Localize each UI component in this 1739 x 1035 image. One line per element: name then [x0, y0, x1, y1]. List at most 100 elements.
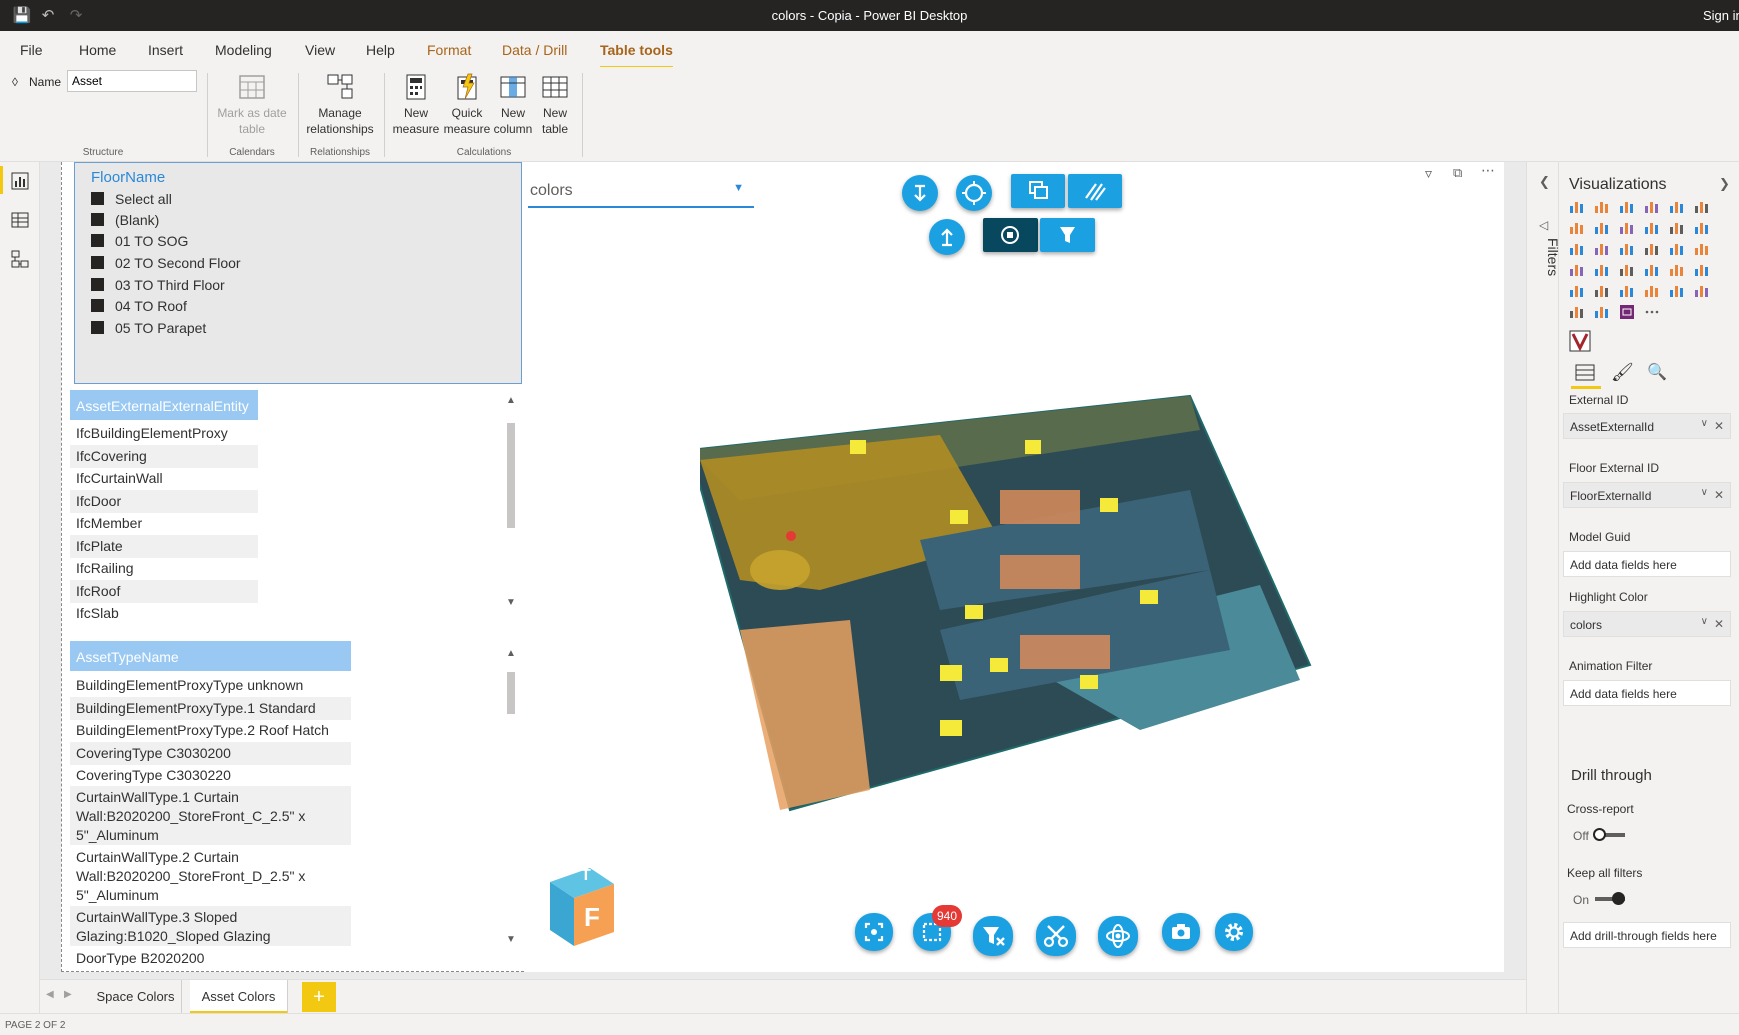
more-options-icon[interactable]: ⋯: [1481, 162, 1495, 179]
slicer-item-select-all[interactable]: Select all: [91, 191, 172, 207]
target-button[interactable]: [956, 175, 992, 211]
visual-type-icon[interactable]: [1619, 221, 1635, 235]
list-item[interactable]: IfcRailing: [70, 557, 258, 580]
list-item[interactable]: CoveringType C3030220: [70, 764, 351, 787]
entity-list-header[interactable]: AssetExternalExternalEntity: [70, 390, 258, 420]
list-item[interactable]: BuildingElementProxyType.1 Standard: [70, 697, 351, 720]
animation-filter-well[interactable]: Add data fields here: [1563, 680, 1731, 706]
visual-type-icon[interactable]: [1594, 221, 1610, 235]
tab-space-colors[interactable]: Space Colors: [90, 980, 182, 1014]
close-icon[interactable]: ✕: [1714, 617, 1724, 631]
visual-type-icon[interactable]: [1594, 284, 1610, 298]
filter-icon[interactable]: ▿: [1425, 165, 1432, 182]
visual-type-icon[interactable]: [1694, 200, 1710, 214]
list-item[interactable]: CurtainWallType.1 Curtain Wall:B2020200_…: [70, 786, 351, 845]
quick-measure-button[interactable]: Quick measure: [442, 73, 492, 137]
menu-format[interactable]: Format: [427, 42, 471, 58]
section-button[interactable]: [1068, 174, 1122, 208]
visual-type-icon[interactable]: [1619, 284, 1635, 298]
fit-view-button[interactable]: [855, 913, 893, 951]
visual-type-icon[interactable]: [1594, 305, 1610, 319]
list-item[interactable]: DoorType B2020200: [70, 947, 351, 965]
custom-visual-icon[interactable]: [1569, 330, 1591, 352]
chevron-up-icon[interactable]: ▲: [505, 395, 517, 406]
chevron-up-icon[interactable]: ▲: [505, 648, 517, 659]
table-name-input[interactable]: [67, 70, 197, 92]
close-icon[interactable]: ✕: [1714, 419, 1724, 433]
list-item[interactable]: CurtainWallType.3 Sloped Glazing:B1020_S…: [70, 906, 351, 946]
visual-type-icon[interactable]: [1594, 263, 1610, 277]
chevron-down-icon[interactable]: ∨: [1701, 487, 1708, 498]
visual-type-icon[interactable]: [1644, 284, 1660, 298]
focus-mode-icon[interactable]: ⧉: [1453, 165, 1462, 181]
visual-type-icon[interactable]: [1569, 242, 1585, 256]
chevron-down-icon[interactable]: ∨: [1701, 616, 1708, 627]
visual-type-icon[interactable]: [1694, 284, 1710, 298]
visual-type-icon[interactable]: [1569, 305, 1585, 319]
color-scheme-dropdown[interactable]: colors ▼: [528, 178, 754, 208]
visual-type-icon[interactable]: [1619, 242, 1635, 256]
keep-all-filters-toggle[interactable]: On: [1573, 892, 1626, 907]
list-item[interactable]: BuildingElementProxyType.2 Roof Hatch: [70, 719, 351, 742]
close-icon[interactable]: ✕: [1714, 488, 1724, 502]
highlight-color-well[interactable]: colors ∨ ✕: [1563, 611, 1731, 637]
slicer-item[interactable]: 03 TO Third Floor: [91, 277, 225, 293]
floor-external-id-well[interactable]: FloorExternalId ∨ ✕: [1563, 482, 1731, 508]
fields-tab[interactable]: [1573, 362, 1597, 386]
list-item[interactable]: IfcDoor: [70, 490, 258, 513]
visual-type-icon[interactable]: [1569, 263, 1585, 277]
settings-button[interactable]: [1215, 913, 1253, 951]
visual-type-icon[interactable]: [1669, 284, 1685, 298]
slicer-item[interactable]: 02 TO Second Floor: [91, 255, 241, 271]
chevron-down-icon[interactable]: ▼: [505, 597, 517, 608]
visual-type-icon[interactable]: [1594, 242, 1610, 256]
chevron-left-icon[interactable]: ❮: [1539, 174, 1550, 190]
list-item[interactable]: CoveringType C3030200: [70, 742, 351, 765]
chevron-down-icon[interactable]: ∨: [1701, 418, 1708, 429]
checkbox[interactable]: [91, 299, 104, 312]
slicer-item[interactable]: 04 TO Roof: [91, 298, 187, 314]
checkbox[interactable]: [91, 234, 104, 247]
list-item[interactable]: IfcPlate: [70, 535, 258, 558]
list-item[interactable]: BuildingElementProxyType unknown: [70, 674, 351, 697]
visual-type-icon[interactable]: [1694, 263, 1710, 277]
chevron-right-icon[interactable]: ▶: [64, 989, 72, 1000]
more-visuals-icon[interactable]: [1644, 305, 1660, 319]
tab-asset-colors[interactable]: Asset Colors: [190, 980, 288, 1014]
building-3d-model[interactable]: [700, 390, 1320, 820]
view-cube[interactable]: T F: [548, 862, 622, 946]
duplicate-view-button[interactable]: [1011, 174, 1065, 208]
data-view-icon[interactable]: [10, 210, 30, 230]
clear-filter-button[interactable]: [973, 916, 1013, 956]
visual-type-icon[interactable]: [1669, 221, 1685, 235]
model-guid-well[interactable]: Add data fields here: [1563, 551, 1731, 577]
visual-type-icon[interactable]: [1694, 221, 1710, 235]
slicer-item[interactable]: 05 TO Parapet: [91, 320, 206, 336]
visual-type-icon[interactable]: [1619, 200, 1635, 214]
mark-as-date-table-button[interactable]: Mark as date table: [213, 73, 291, 137]
list-item[interactable]: IfcSlab: [70, 602, 258, 625]
menu-help[interactable]: Help: [366, 42, 395, 58]
download-button[interactable]: [902, 175, 938, 211]
scroll-thumb[interactable]: [507, 672, 515, 714]
menu-table-tools[interactable]: Table tools: [600, 42, 673, 69]
visual-type-icon[interactable]: [1619, 305, 1635, 319]
new-measure-button[interactable]: New measure: [391, 73, 441, 137]
checkbox[interactable]: [91, 321, 104, 334]
analytics-icon[interactable]: 🔍: [1647, 362, 1667, 382]
orbit-button[interactable]: [1098, 916, 1138, 956]
new-table-button[interactable]: New table: [530, 73, 580, 137]
visual-type-icon[interactable]: [1644, 263, 1660, 277]
visual-type-icon[interactable]: [1619, 263, 1635, 277]
visual-type-icon[interactable]: [1669, 200, 1685, 214]
scroll-thumb[interactable]: [507, 423, 515, 528]
checkbox[interactable]: [91, 213, 104, 226]
visual-type-icon[interactable]: [1669, 263, 1685, 277]
visual-type-icon[interactable]: [1644, 200, 1660, 214]
visual-type-icon[interactable]: [1694, 242, 1710, 256]
menu-file[interactable]: File: [20, 42, 43, 58]
report-view-icon[interactable]: [10, 171, 30, 191]
list-item[interactable]: CurtainWallType.2 Curtain Wall:B2020200_…: [70, 846, 351, 905]
menu-modeling[interactable]: Modeling: [215, 42, 272, 58]
list-item[interactable]: IfcCurtainWall: [70, 467, 258, 490]
